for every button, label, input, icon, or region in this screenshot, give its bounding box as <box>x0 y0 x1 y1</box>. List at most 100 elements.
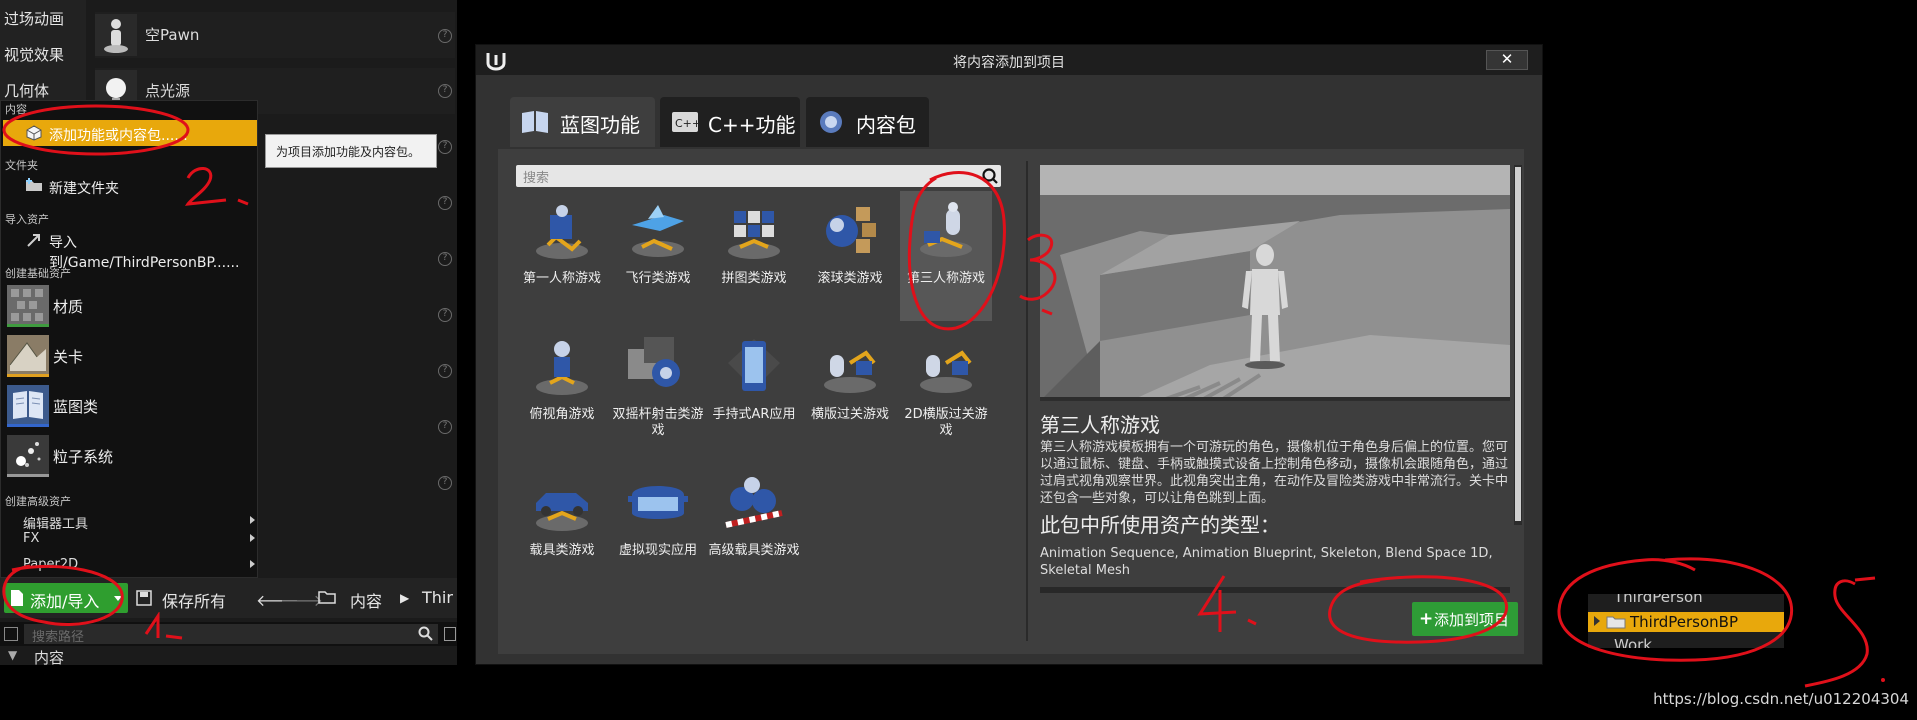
save-all-button[interactable]: 保存所有 <box>136 588 226 612</box>
template-label: 第一人称游戏 <box>522 271 601 286</box>
expand-arrow-icon[interactable]: ▼ <box>8 648 17 662</box>
section-header-advanced-assets: 创建高级资产 <box>5 495 71 508</box>
tooltip: 为项目添加功能及内容包。 <box>265 134 437 168</box>
annotation-number-one <box>144 612 183 640</box>
tab-blueprint-feature[interactable]: 蓝图功能 <box>510 97 655 147</box>
particle-system-icon <box>7 435 49 477</box>
annotation-circle-third-person <box>907 171 1057 331</box>
submenu-arrow-icon <box>250 560 255 568</box>
watermark-url: https://blog.csdn.net/u012204304 <box>1653 690 1909 708</box>
svg-text:C++: C++ <box>675 117 700 130</box>
template-label: 拼图类游戏 <box>721 271 787 286</box>
template-flying[interactable]: 飞行类游戏 <box>612 191 704 321</box>
template-first-person[interactable]: 第一人称游戏 <box>516 191 608 321</box>
submenu-editor-utilities[interactable]: 编辑器工具 <box>23 513 255 532</box>
history-forward-icon[interactable]: 🡒 <box>280 590 323 610</box>
template-label: 2D横版过关游戏 <box>904 407 988 438</box>
search-placeholder: 搜索 <box>523 171 550 186</box>
help-icon[interactable]: ? <box>438 29 452 43</box>
category-geometry[interactable]: 几何体 <box>4 80 49 101</box>
template-rolling[interactable]: 滚球类游戏 <box>804 191 896 321</box>
import-to-game-item[interactable]: 导入到/Game/ThirdPersonBP...... <box>3 227 257 271</box>
asset-label: 蓝图类 <box>53 398 99 416</box>
detail-scrollbar-thumb[interactable] <box>1515 167 1521 521</box>
vr-headset-icon <box>628 486 688 519</box>
level-icon <box>7 335 49 377</box>
annotation-circle-menu <box>2 104 190 156</box>
create-material-item[interactable]: 材质 <box>5 283 257 329</box>
submenu-label: 编辑器工具 <box>23 517 89 532</box>
create-level-item[interactable]: 关卡 <box>5 333 257 379</box>
twin-stick-icon <box>628 337 680 387</box>
tab-content-pack[interactable]: 内容包 <box>806 97 929 147</box>
template-label: 手持式AR应用 <box>712 407 796 422</box>
help-icon[interactable]: ? <box>438 140 452 154</box>
template-label: 高级载具类游戏 <box>708 543 800 558</box>
template-puzzle[interactable]: 拼图类游戏 <box>708 191 800 321</box>
create-blueprint-class-item[interactable]: 蓝图类 <box>5 383 257 429</box>
asset-label: 材质 <box>53 298 84 316</box>
help-icon[interactable]: ? <box>438 308 452 322</box>
annotation-circle-add-button <box>1197 575 1509 644</box>
content-pack-tab-icon <box>816 109 846 135</box>
tab-label: 蓝图功能 <box>560 113 640 137</box>
category-cinematic[interactable]: 过场动画 <box>4 8 64 29</box>
template-preview-image <box>1040 165 1510 401</box>
help-icon[interactable]: ? <box>438 252 452 266</box>
template-handheld-ar[interactable]: 手持式AR应用 <box>708 327 800 457</box>
help-icon[interactable]: ? <box>438 476 452 490</box>
submenu-fx[interactable]: FX <box>23 531 255 546</box>
help-icon[interactable]: ? <box>438 84 452 98</box>
template-virtual-reality[interactable]: 虚拟现实应用 <box>612 463 704 593</box>
template-label: 飞行类游戏 <box>625 271 691 286</box>
template-label: 横版过关游戏 <box>810 407 889 422</box>
submenu-label: FX <box>23 531 40 546</box>
view-options-icon[interactable] <box>444 627 456 641</box>
template-top-down[interactable]: 俯视角游戏 <box>516 327 608 457</box>
template-label: 俯视角游戏 <box>529 407 595 422</box>
template-vehicle[interactable]: 载具类游戏 <box>516 463 608 593</box>
advanced-vehicle-icon <box>725 477 783 528</box>
close-button[interactable]: ✕ <box>1486 50 1528 70</box>
asset-label: 粒子系统 <box>53 448 114 466</box>
breadcrumb-thirdperson[interactable]: Thir <box>422 588 453 607</box>
rolling-ball-icon <box>826 207 876 253</box>
tab-cpp-feature[interactable]: C++ C++功能 <box>660 97 800 147</box>
handheld-ar-icon <box>728 339 780 391</box>
folder-tree-root[interactable]: ▼ 内容 <box>0 648 457 667</box>
2d-side-scroller-icon <box>920 350 972 393</box>
menu-item-label: 新建文件夹 <box>49 181 119 197</box>
help-icon[interactable]: ? <box>438 420 452 434</box>
search-icon <box>418 626 434 642</box>
top-down-icon <box>536 341 588 395</box>
menu-item-label: 导入到/Game/ThirdPersonBP...... <box>49 235 240 271</box>
pawn-icon <box>95 14 137 56</box>
template-label: 滚球类游戏 <box>817 271 883 286</box>
template-label: 载具类游戏 <box>529 543 595 558</box>
annotation-circle-add-import <box>2 564 124 626</box>
asset-types-heading: 此包中所使用资产的类型： <box>1040 513 1280 537</box>
submenu-arrow-icon <box>250 516 255 524</box>
material-icon <box>7 285 49 327</box>
help-icon[interactable]: ? <box>438 364 452 378</box>
section-header-basic-assets: 创建基础资产 <box>5 267 71 280</box>
flying-icon <box>632 205 684 257</box>
first-person-icon <box>536 205 588 259</box>
create-particle-system-item[interactable]: 粒子系统 <box>5 433 257 479</box>
template-2d-side-scroller[interactable]: 2D横版过关游戏 <box>900 327 992 457</box>
place-item-empty-pawn[interactable]: 空Pawn <box>95 12 455 58</box>
category-visual-effects[interactable]: 视觉效果 <box>4 44 64 65</box>
template-label: 虚拟现实应用 <box>618 543 697 558</box>
asset-label: 关卡 <box>53 348 84 366</box>
template-twin-stick-shooter[interactable]: 双摇杆射击类游戏 <box>612 327 704 457</box>
tree-root-label: 内容 <box>34 649 65 667</box>
annotation-number-two <box>184 167 249 206</box>
template-side-scroller[interactable]: 横版过关游戏 <box>804 327 896 457</box>
breadcrumb-chevron-icon: ▶ <box>400 591 410 605</box>
help-icon[interactable]: ? <box>438 196 452 210</box>
breadcrumb-content[interactable]: 内容 <box>350 588 382 612</box>
template-advanced-vehicle[interactable]: 高级载具类游戏 <box>708 463 800 593</box>
puzzle-icon <box>728 211 780 259</box>
cpp-tab-icon: C++ <box>670 109 700 135</box>
blueprint-icon <box>7 385 49 427</box>
